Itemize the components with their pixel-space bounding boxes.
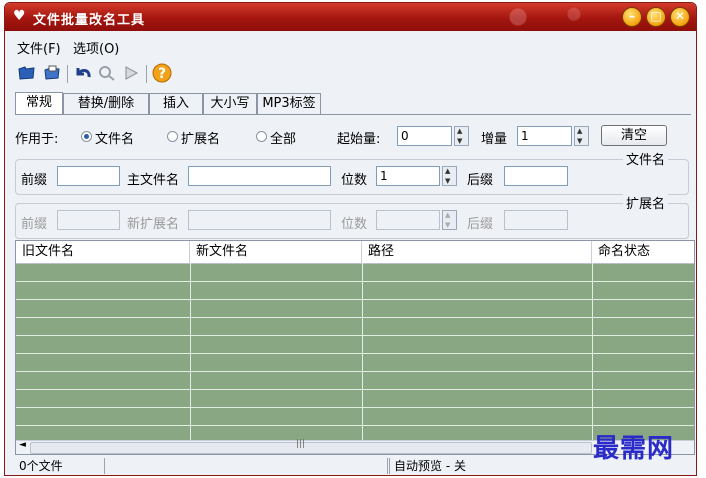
ext-digits-label: 位数 <box>341 217 368 232</box>
play-icon[interactable] <box>121 63 141 83</box>
column-status[interactable]: 命名状态 <box>592 241 694 263</box>
thumb-grip-icon: ||| <box>296 439 306 449</box>
grid-column-line <box>362 263 363 443</box>
heart-app-icon: ♥ <box>13 8 26 24</box>
radio-all[interactable] <box>256 131 267 142</box>
radio-extension-label: 扩展名 <box>181 132 221 147</box>
maximize-button[interactable]: □ <box>646 7 666 27</box>
main-filename-label: 主文件名 <box>127 173 180 188</box>
new-extension-label: 新扩展名 <box>127 217 180 232</box>
digits-input[interactable]: 1 <box>376 166 440 186</box>
increment-label: 增量 <box>481 132 508 147</box>
search-icon[interactable] <box>97 63 117 83</box>
ext-prefix-label: 前缀 <box>21 217 48 232</box>
file-list-header: 旧文件名 新文件名 路径 命名状态 <box>16 241 694 264</box>
column-path[interactable]: 路径 <box>362 241 592 263</box>
tab-insert[interactable]: 插入 <box>149 93 203 114</box>
menu-file[interactable]: 文件(F) <box>17 38 61 57</box>
suffix-input[interactable] <box>504 166 568 186</box>
ext-prefix-input[interactable] <box>57 210 120 230</box>
radio-filename[interactable] <box>81 131 92 142</box>
start-value-input[interactable]: 0 <box>397 126 452 146</box>
main-filename-input[interactable] <box>188 166 331 186</box>
grid-column-line <box>190 263 191 443</box>
status-file-count: 0个文件 <box>15 458 105 474</box>
menu-bar: 文件(F) 选项(O) <box>5 36 696 57</box>
new-extension-input[interactable] <box>188 210 331 230</box>
column-old-name[interactable]: 旧文件名 <box>16 241 190 263</box>
tab-replace-delete[interactable]: 替换/删除 <box>63 93 149 114</box>
titlebar-decoration <box>476 3 616 31</box>
increment-input[interactable]: 1 <box>517 126 572 146</box>
toolbar-separator <box>67 65 68 83</box>
start-label: 起始量: <box>337 132 381 147</box>
toolbar: ? <box>5 59 696 87</box>
radio-all-label: 全部 <box>270 132 297 147</box>
status-spacer <box>105 458 388 474</box>
window-title: 文件批量改名工具 <box>33 13 146 28</box>
open-file-icon[interactable] <box>42 63 62 83</box>
digits-spinner[interactable] <box>442 166 457 186</box>
ext-suffix-label: 后缀 <box>467 217 494 232</box>
menu-options[interactable]: 选项(O) <box>73 38 119 57</box>
suffix-label: 后缀 <box>467 173 494 188</box>
file-list[interactable]: 旧文件名 新文件名 路径 命名状态 ◄ ||| <box>15 240 695 455</box>
toolbar-separator <box>146 65 147 83</box>
scroll-left-icon[interactable]: ◄ <box>19 440 26 450</box>
digits-label: 位数 <box>341 173 368 188</box>
grid-column-line <box>592 263 593 443</box>
ext-digits-spinner[interactable] <box>442 210 457 230</box>
ext-suffix-input[interactable] <box>504 210 568 230</box>
start-spinner[interactable] <box>454 126 469 146</box>
radio-extension[interactable] <box>167 131 178 142</box>
undo-icon[interactable] <box>73 63 93 83</box>
open-folder-icon[interactable] <box>17 63 37 83</box>
app-window: ♥ 文件批量改名工具 – □ ✕ 文件(F) 选项(O) ? 常规 替换/删除 … <box>4 2 697 476</box>
clear-button[interactable]: 清空 <box>601 125 667 146</box>
title-bar[interactable]: ♥ 文件批量改名工具 – □ ✕ <box>5 3 696 31</box>
tab-mp3-tags[interactable]: MP3标签 <box>257 93 321 114</box>
svg-text:?: ? <box>158 66 166 82</box>
prefix-input[interactable] <box>57 166 120 186</box>
tab-general[interactable]: 常规 <box>15 92 63 115</box>
column-new-name[interactable]: 新文件名 <box>190 241 362 263</box>
apply-to-label: 作用于: <box>15 132 59 147</box>
increment-spinner[interactable] <box>574 126 589 146</box>
close-button[interactable]: ✕ <box>670 7 690 27</box>
extension-group-title: 扩展名 <box>623 193 669 212</box>
prefix-label: 前缀 <box>21 173 48 188</box>
radio-filename-label: 文件名 <box>95 132 135 147</box>
tab-case[interactable]: 大小写 <box>203 93 257 114</box>
status-auto-preview[interactable]: 自动预览 - 关 <box>389 458 589 474</box>
minimize-button[interactable]: – <box>622 7 642 27</box>
filename-group-title: 文件名 <box>623 149 669 168</box>
general-panel: 作用于: 文件名 扩展名 全部 起始量: 0 增量 1 清空 文件名 前缀 主文… <box>15 114 691 239</box>
scroll-thumb[interactable] <box>30 442 592 454</box>
watermark-text: 最需网 <box>593 434 675 464</box>
help-icon[interactable]: ? <box>152 63 172 83</box>
ext-digits-input[interactable] <box>376 210 440 230</box>
